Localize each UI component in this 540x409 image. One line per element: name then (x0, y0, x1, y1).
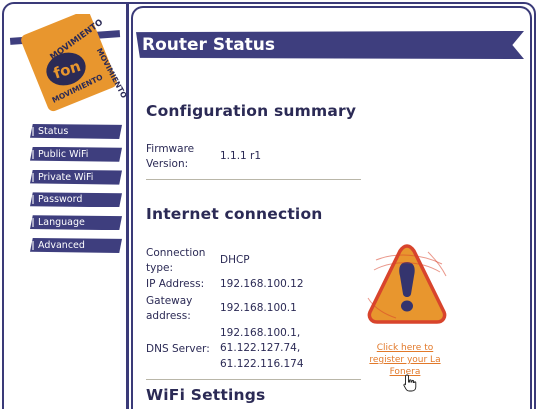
connection-type-value: DHCP (220, 254, 250, 266)
sidebar-item-password[interactable]: Password (30, 192, 122, 208)
sidebar-nav: Status Public WiFi Private WiFi Password… (30, 124, 122, 261)
ip-address-value: 192.168.100.12 (220, 278, 304, 290)
gateway-address-label-line2: address: (146, 310, 191, 322)
wifi-settings-heading: WiFi Settings (146, 386, 266, 404)
dns-server-value-3: 61.122.116.174 (220, 358, 304, 370)
page-title: Router Status (142, 35, 276, 55)
sidebar-item-status[interactable]: Status (30, 124, 122, 139)
dns-server-value-1: 192.168.100.1, (220, 327, 301, 339)
hand-pointer-cursor-icon (403, 374, 417, 392)
warning-icon[interactable] (366, 242, 448, 328)
config-summary-heading: Configuration summary (146, 102, 357, 120)
section-divider (146, 379, 361, 380)
register-link-line-2: register your La (369, 355, 441, 365)
firmware-version-label-line1: Firmware (146, 143, 195, 155)
register-fonera-link[interactable]: Click here to register your La Fonera (365, 342, 445, 378)
sidebar-divider (126, 4, 129, 409)
gateway-address-label-line1: Gateway (146, 295, 193, 307)
register-link-line-1: Click here to (376, 343, 434, 353)
sidebar-item-private-wifi[interactable]: Private WiFi (30, 169, 122, 185)
ip-address-label: IP Address: (146, 278, 205, 290)
dns-server-value-2: 61.122.127.74, (220, 342, 301, 354)
connection-type-label-line1: Connection (146, 247, 206, 259)
fon-logo: MOVIMIENTO MOVIMIENTO MOVIMIENTO fon (9, 14, 126, 112)
firmware-version-value: 1.1.1 r1 (220, 150, 262, 162)
section-divider (146, 179, 361, 180)
internet-connection-heading: Internet connection (146, 205, 323, 223)
sidebar-item-advanced[interactable]: Advanced (30, 237, 122, 253)
sidebar-item-public-wifi[interactable]: Public WiFi (30, 146, 122, 162)
connection-type-label-line2: type: (146, 262, 173, 274)
dns-server-label: DNS Server: (146, 343, 210, 355)
firmware-version-label-line2: Version: (146, 158, 189, 170)
gateway-address-value: 192.168.100.1 (220, 302, 297, 314)
sidebar-item-language[interactable]: Language (30, 215, 122, 231)
